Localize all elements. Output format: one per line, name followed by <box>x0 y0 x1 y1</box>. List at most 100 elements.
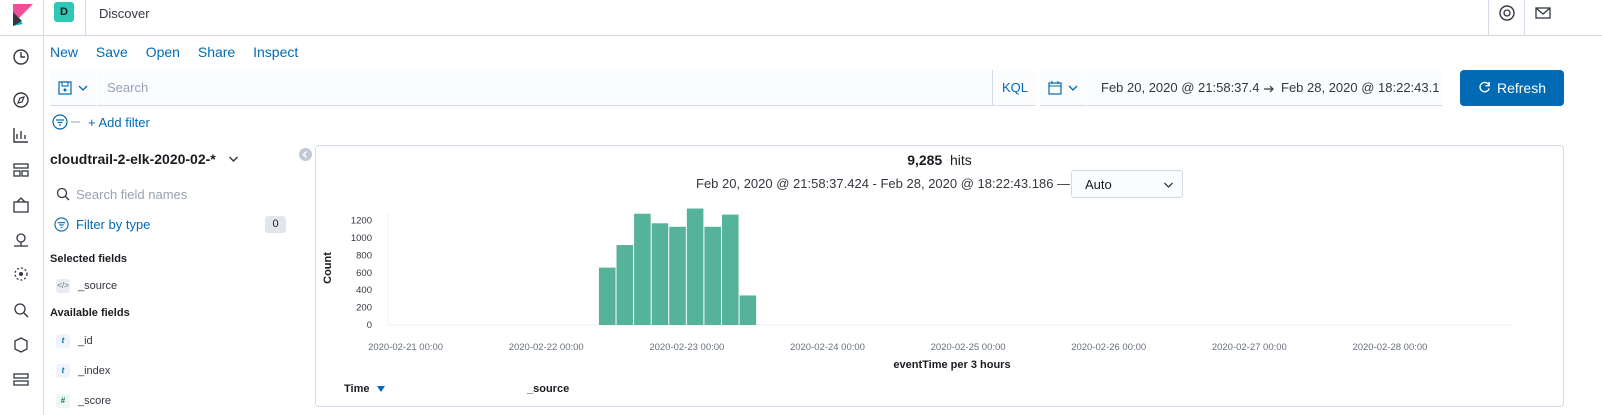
interval-select[interactable]: Auto <box>1071 170 1183 198</box>
y-tick-label: 800 <box>356 250 372 261</box>
ml-icon[interactable] <box>12 265 32 285</box>
rail-divider <box>0 35 44 36</box>
histogram-bar <box>721 214 739 325</box>
filter-menu-icon[interactable] <box>52 114 68 130</box>
histogram-bar <box>634 213 651 325</box>
kql-label: KQL <box>1002 80 1029 95</box>
filter-by-type-button[interactable]: Filter by type <box>54 217 150 232</box>
column-header-label: Time <box>344 383 370 395</box>
x-tick-label: 2020-02-24 00:00 <box>790 342 865 353</box>
top-menu: New Save Open Share Inspect <box>50 44 312 60</box>
header-divider <box>85 0 86 36</box>
search-input[interactable]: Search <box>97 70 992 106</box>
field-name: _id <box>78 335 93 347</box>
x-tick-label: 2020-02-23 00:00 <box>649 342 724 353</box>
search-placeholder: Search <box>107 80 149 95</box>
x-axis-label: eventTime per 3 hours <box>893 359 1010 371</box>
filter-by-type-label: Filter by type <box>76 217 151 232</box>
dashboard-icon[interactable] <box>12 161 32 181</box>
index-pattern-label: cloudtrail-2-elk-2020-02-* <box>50 151 216 167</box>
available-fields-title: Available fields <box>50 307 130 319</box>
maps-icon[interactable] <box>12 231 32 251</box>
logs-icon[interactable] <box>12 336 32 356</box>
date-range-picker: Feb 20, 2020 @ 21:58:37.4 Feb 28, 2020 @… <box>1087 70 1442 106</box>
discover-compass-icon[interactable] <box>12 91 32 111</box>
menu-save[interactable]: Save <box>96 44 128 60</box>
histogram-chart: 0 200 400 600 800 1000 1200 2020-02-21 00:00 20… <box>322 208 1513 371</box>
y-tick-label: 200 <box>356 303 372 314</box>
field-name: _index <box>78 365 111 377</box>
header-divider <box>1488 0 1489 36</box>
field-search-placeholder: Search field names <box>76 187 188 202</box>
save-disk-icon <box>58 81 72 95</box>
y-tick-label: 1000 <box>351 233 372 244</box>
space-avatar[interactable]: D <box>54 2 74 22</box>
siem-icon[interactable] <box>12 301 32 321</box>
filter-dash-icon <box>71 121 80 123</box>
field-type-token: t <box>56 334 70 348</box>
search-icon <box>56 187 70 201</box>
y-tick-label: 0 <box>367 320 372 331</box>
filter-count-badge: 0 <box>265 216 286 233</box>
mail-icon[interactable] <box>1534 4 1552 22</box>
query-bar: Search KQL Feb 20, 2020 @ 21:58:37.4 Feb… <box>50 70 1442 106</box>
table-header-time[interactable]: Time <box>344 383 385 395</box>
x-tick-label: 2020-02-22 00:00 <box>509 342 584 353</box>
help-icon[interactable] <box>1498 4 1516 22</box>
menu-open[interactable]: Open <box>146 44 180 60</box>
recent-clock-icon[interactable] <box>12 48 32 68</box>
interval-value: Auto <box>1085 177 1112 192</box>
header-divider <box>1524 0 1525 36</box>
kibana-logo-icon[interactable] <box>11 4 33 26</box>
filter-icon <box>54 217 69 232</box>
field-type-token: # <box>56 394 70 408</box>
collapse-sidebar-button[interactable] <box>299 148 312 161</box>
chevron-down-icon <box>78 85 88 91</box>
refresh-button[interactable]: Refresh <box>1460 70 1564 106</box>
menu-new[interactable]: New <box>50 44 78 60</box>
saved-query-button[interactable] <box>50 70 96 106</box>
results-panel: 9,285 hits Feb 20, 2020 @ 21:58:37.424 -… <box>315 145 1564 407</box>
chevron-down-icon <box>1164 182 1173 188</box>
x-tick-label: 2020-02-25 00:00 <box>931 342 1006 353</box>
add-filter-link[interactable]: + Add filter <box>88 115 150 130</box>
y-axis-label: Count <box>322 252 334 284</box>
chevron-down-icon <box>1068 85 1078 91</box>
header-bar: D Discover <box>44 0 1602 36</box>
index-pattern-selector[interactable]: cloudtrail-2-elk-2020-02-* <box>50 151 239 167</box>
arrow-right-icon <box>1264 85 1274 93</box>
kql-toggle[interactable]: KQL <box>992 70 1036 106</box>
chevron-left-icon <box>302 151 307 158</box>
y-tick-label: 400 <box>356 285 372 296</box>
date-quick-menu-button[interactable] <box>1040 70 1086 106</box>
x-tick-label: 2020-02-28 00:00 <box>1352 342 1427 353</box>
breadcrumb[interactable]: Discover <box>99 6 150 21</box>
field-type-token: t <box>56 364 70 378</box>
histogram-bar <box>704 226 721 325</box>
field-sidebar: cloudtrail-2-elk-2020-02-* Search field … <box>44 140 294 415</box>
time-range-text: Feb 20, 2020 @ 21:58:37.424 - Feb 28, 20… <box>696 176 1071 191</box>
hits-number: 9,285 <box>907 152 943 168</box>
infrastructure-icon[interactable] <box>12 371 32 391</box>
date-end[interactable]: Feb 28, 2020 @ 18:22:43.1 <box>1281 80 1439 95</box>
histogram-bar <box>616 245 634 325</box>
x-tick-label: 2020-02-27 00:00 <box>1212 342 1287 353</box>
canvas-icon[interactable] <box>12 196 32 216</box>
date-start[interactable]: Feb 20, 2020 @ 21:58:37.4 <box>1101 80 1259 95</box>
menu-share[interactable]: Share <box>198 44 235 60</box>
refresh-label: Refresh <box>1496 80 1547 96</box>
field-name: _source <box>78 280 118 292</box>
visualize-chart-icon[interactable] <box>12 126 32 146</box>
hits-label: hits <box>950 152 972 168</box>
x-tick-label: 2020-02-26 00:00 <box>1071 342 1146 353</box>
field-search-input[interactable]: Search field names <box>54 184 290 206</box>
hits-count: 9,285 hits <box>316 152 1563 168</box>
sort-down-icon <box>376 386 385 392</box>
nav-rail <box>0 0 44 415</box>
field-name: _score <box>78 395 112 407</box>
histogram-bar <box>739 295 757 325</box>
y-tick-label: 600 <box>356 268 372 279</box>
menu-inspect[interactable]: Inspect <box>253 44 298 60</box>
field-type-token: </> <box>56 279 70 293</box>
x-tick-label: 2020-02-21 00:00 <box>368 342 443 353</box>
